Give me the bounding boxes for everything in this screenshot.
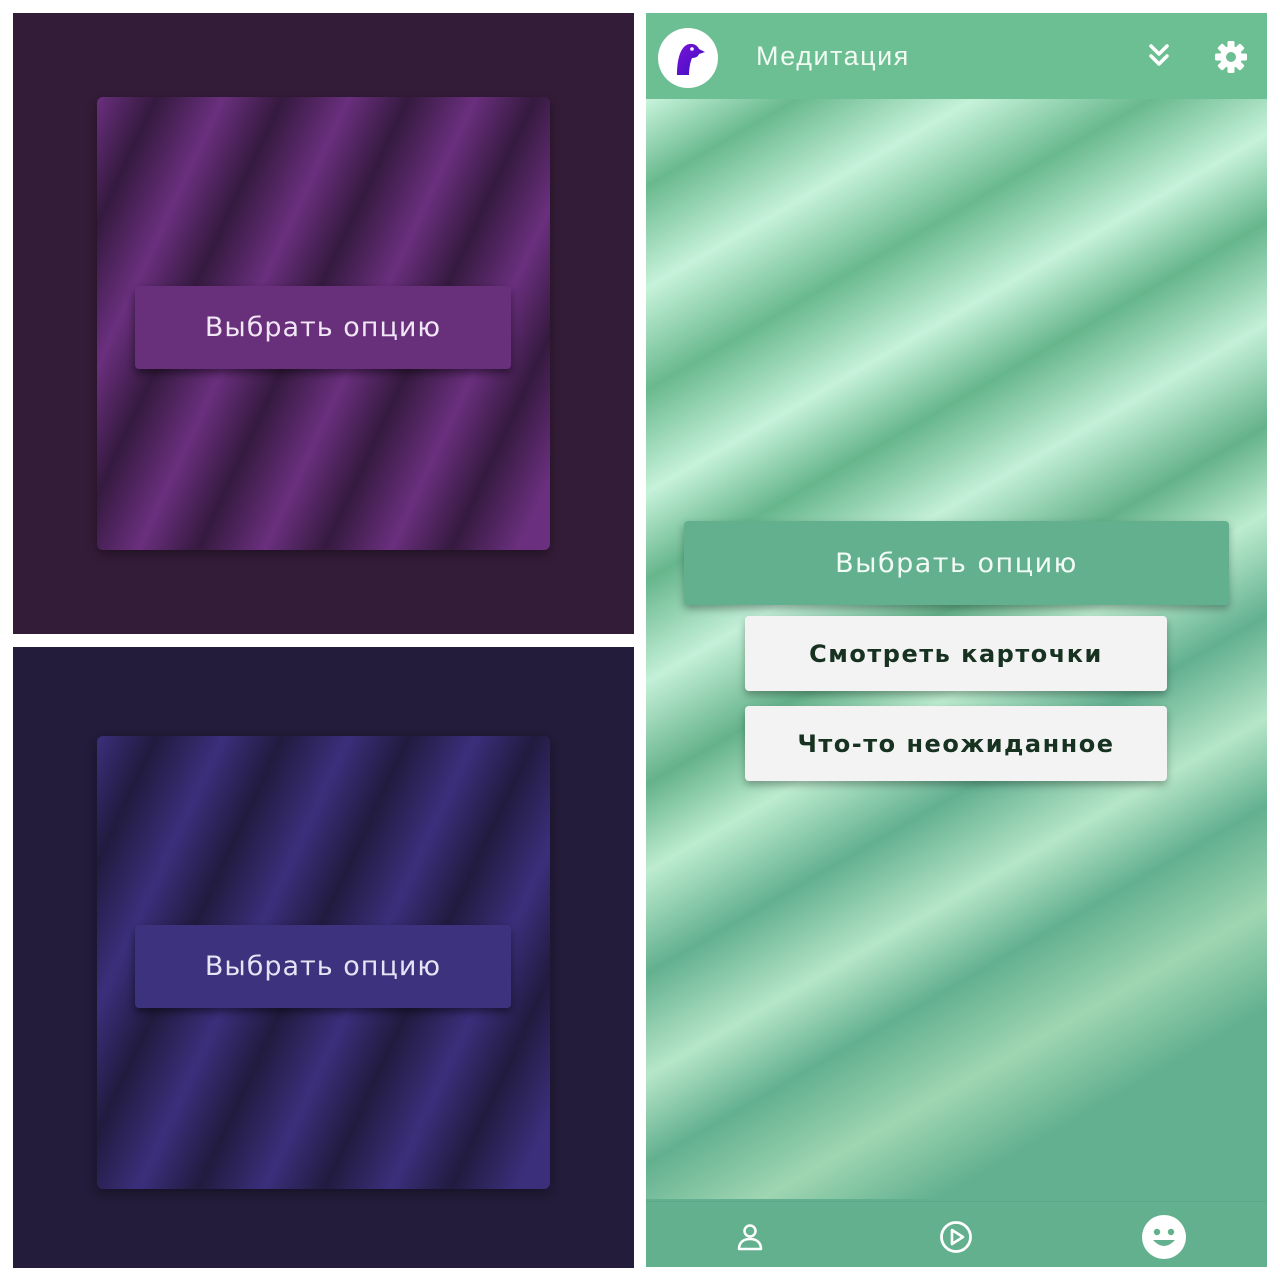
something-unexpected-button[interactable]: Что-то неожиданное (745, 706, 1167, 781)
indigo-gradient-card: Выбрать опцию (97, 736, 550, 1189)
app-header: Медитация (646, 13, 1267, 99)
play-circle-icon[interactable] (939, 1220, 973, 1254)
double-chevron-down-icon[interactable] (1146, 41, 1172, 71)
gear-icon[interactable] (1214, 40, 1248, 74)
choose-option-button[interactable]: Выбрать опцию (135, 925, 511, 1008)
page-title: Медитация (756, 41, 910, 71)
smiley-icon[interactable] (1141, 1214, 1187, 1260)
person-icon[interactable] (735, 1222, 765, 1252)
app-avatar[interactable] (658, 28, 718, 88)
purple-gradient-card: Выбрать опцию (97, 97, 550, 550)
bird-logo-icon (677, 43, 705, 75)
choose-option-button[interactable]: Выбрать опцию (135, 286, 511, 369)
content-area: Выбрать опцию Смотреть карточки Что-то н… (646, 99, 1267, 1199)
view-cards-button[interactable]: Смотреть карточки (745, 616, 1167, 691)
purple-theme-screen: Выбрать опцию (13, 13, 634, 634)
choose-option-button[interactable]: Выбрать опцию (684, 521, 1229, 605)
green-theme-phone-screen: Медитация Выбрать опцию Смотреть карточк… (646, 13, 1267, 1267)
indigo-theme-screen: Выбрать опцию (13, 647, 634, 1268)
bottom-navigation (646, 1201, 1267, 1267)
